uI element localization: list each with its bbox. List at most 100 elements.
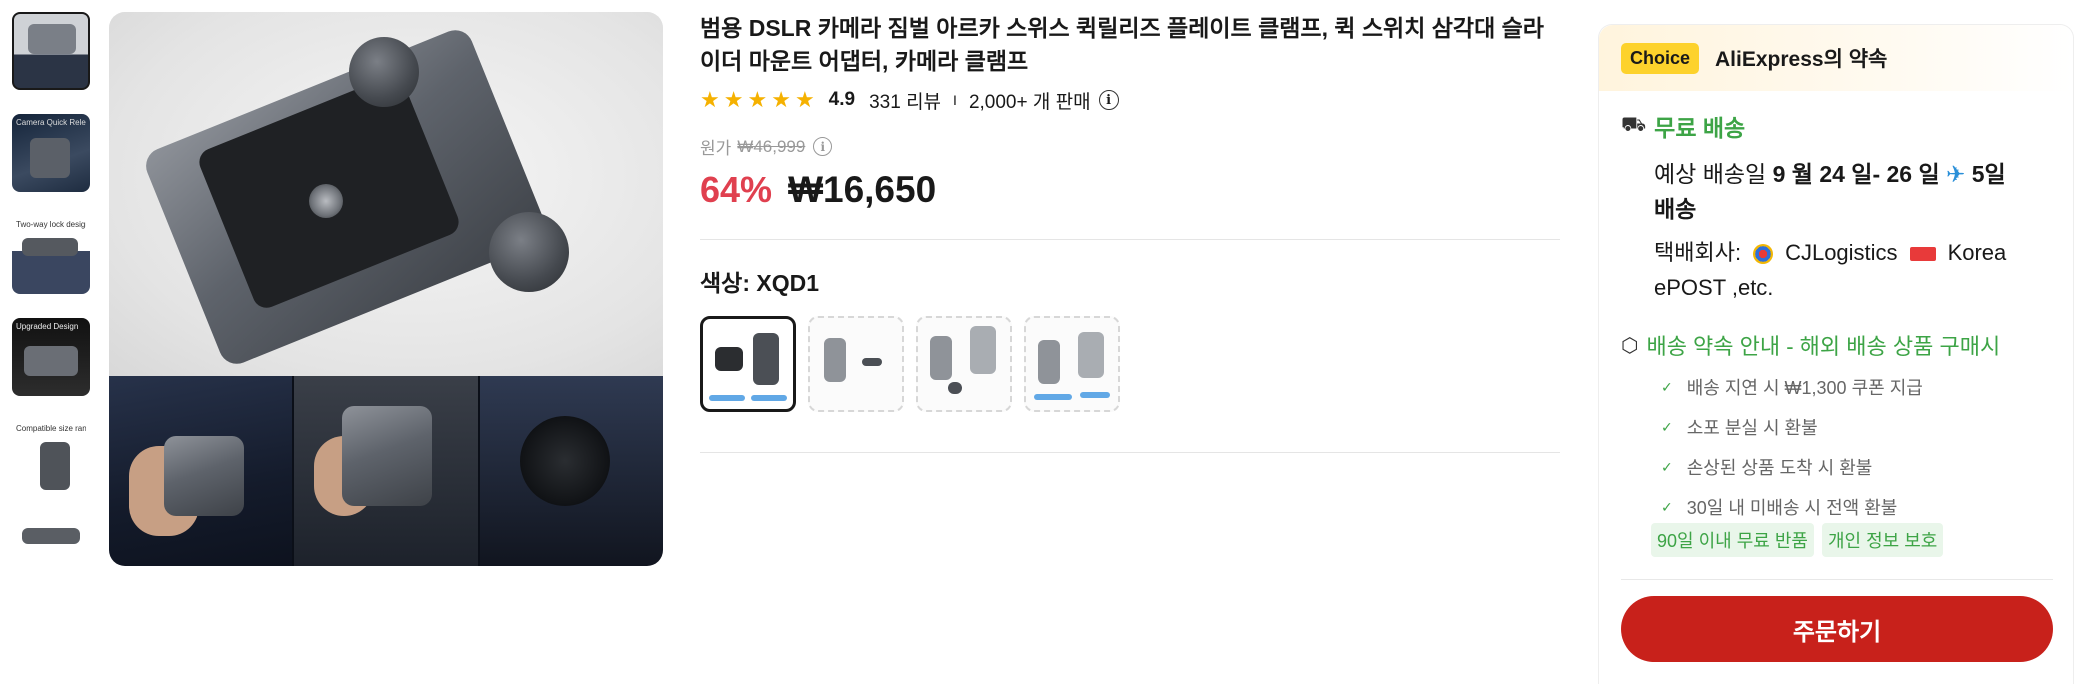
swatch-graphic xyxy=(970,326,996,374)
rating-row: ★ ★ ★ ★ ★ 4.9 331 리뷰 I 2,000+ 개 판매 i xyxy=(700,87,1560,114)
swatch-graphic xyxy=(1080,392,1110,398)
main-image-top xyxy=(109,12,663,376)
usage-photo-1 xyxy=(109,376,295,566)
thumbnail-graphic xyxy=(24,346,78,376)
swatch-3[interactable] xyxy=(916,316,1012,412)
info-icon[interactable]: i xyxy=(813,137,833,156)
plane-icon: ✈ xyxy=(1946,161,1966,187)
guarantee-text: 30일 내 미배송 시 전액 환불 xyxy=(1686,498,1898,518)
thumbnail-graphic xyxy=(22,528,80,544)
truck-icon: ⛟ xyxy=(1621,113,1647,136)
swatch-graphic xyxy=(751,395,787,401)
list-item: ✓ 30일 내 미배송 시 전액 환불 xyxy=(1661,487,2073,527)
clamp-graphic xyxy=(164,436,244,516)
thumbnail-graphic xyxy=(22,238,78,256)
star-icon: ★ xyxy=(747,87,768,112)
usage-photo-2 xyxy=(294,376,480,566)
thumbnail-2[interactable]: Camera Quick Release Plate xyxy=(12,114,90,192)
swatch-xqd1[interactable] xyxy=(700,316,796,412)
rating-score: 4.9 xyxy=(828,89,856,110)
discount-percent: 64% xyxy=(700,169,773,210)
swatch-graphic xyxy=(948,382,962,394)
estimate-dates: 9 월 24 일- 26 일 xyxy=(1772,161,1940,187)
camera-lens-graphic xyxy=(519,416,610,506)
swatch-graphic xyxy=(709,395,745,401)
purchase-panel: Choice AliExpress의 약속 ⛟ 무료 배송 예상 배송일 9 월… xyxy=(1598,24,2074,684)
thumbnail-graphic xyxy=(30,138,70,178)
thumbnail-4[interactable]: Upgraded Design xyxy=(12,318,90,396)
star-icon: ★ xyxy=(794,87,815,112)
guarantee-text: 배송 지연 시 ₩1,300 쿠폰 지급 xyxy=(1686,378,1923,398)
separator: I xyxy=(953,92,957,108)
review-count-link[interactable]: 331 리뷰 xyxy=(869,87,941,114)
star-icon: ★ xyxy=(771,87,791,112)
benefit-tags: 90일 이내 무료 반품 개인 정보 보호 xyxy=(1651,523,2073,557)
thumbnail-6[interactable] xyxy=(12,522,90,562)
check-icon: ✓ xyxy=(1661,498,1673,515)
swatch-graphic xyxy=(862,358,882,366)
swatch-graphic xyxy=(1034,394,1072,400)
swatch-graphic xyxy=(930,336,952,380)
divider xyxy=(700,239,1560,240)
color-swatches xyxy=(700,316,1560,412)
list-item: ✓ 소포 분실 시 환불 xyxy=(1661,407,2073,447)
estimate-prefix: 예상 배송일 xyxy=(1654,161,1767,187)
swatch-graphic xyxy=(824,338,846,382)
list-item: ✓ 손상된 상품 도착 시 환불 xyxy=(1661,447,2073,487)
screw-graphic xyxy=(309,184,343,218)
carrier-name: CJLogistics xyxy=(1785,240,1898,265)
swatch-graphic xyxy=(1038,340,1060,384)
usage-photo-3 xyxy=(479,376,663,566)
main-image-bottom xyxy=(109,376,663,566)
delivery-estimate: 예상 배송일 9 월 24 일- 26 일 ✈ 5일 배송 xyxy=(1654,157,2054,227)
divider xyxy=(1621,579,2053,580)
cjlogistics-logo-icon xyxy=(1753,244,1774,265)
info-icon[interactable]: i xyxy=(1098,90,1119,110)
shield-icon: ⬡ xyxy=(1621,334,1639,357)
free-return-tag: 90일 이내 무료 반품 xyxy=(1651,523,1814,557)
free-shipping-label: 무료 배송 xyxy=(1654,115,1746,141)
estimate-suffix: 배송 xyxy=(1654,196,1697,222)
thumbnail-5[interactable]: Compatible size range xyxy=(12,420,90,498)
guarantee-text: 소포 분실 시 환불 xyxy=(1686,418,1818,438)
knob-graphic xyxy=(489,212,569,292)
product-title: 범용 DSLR 카메라 짐벌 아르카 스위스 퀵릴리즈 플레이트 클램프, 퀵 … xyxy=(700,15,1544,74)
swatch-graphic xyxy=(753,333,779,385)
thumbnail-1[interactable] xyxy=(12,12,90,90)
divider xyxy=(700,452,1560,453)
order-button[interactable]: 주문하기 xyxy=(1621,596,2053,662)
thumbnail-caption: Camera Quick Release Plate xyxy=(16,118,86,127)
thumbnail-graphic xyxy=(28,24,76,54)
product-info: 범용 DSLR 카메라 짐벌 아르카 스위스 퀵릴리즈 플레이트 클램프, 퀵 … xyxy=(700,12,1560,453)
korea-post-logo-icon xyxy=(1909,247,1936,262)
swatch-2[interactable] xyxy=(808,316,904,412)
guarantee-list: ✓ 배송 지연 시 ₩1,300 쿠폰 지급 ✓ 소포 분실 시 환불 ✓ 손상… xyxy=(1661,367,2073,527)
thumbnail-graphic xyxy=(40,442,70,490)
carrier-name: Korea xyxy=(1947,240,2007,265)
choice-badge: Choice xyxy=(1621,42,1700,74)
main-product-image[interactable] xyxy=(109,12,663,566)
color-label: 색상: XQD1 xyxy=(700,270,820,296)
swatch-graphic xyxy=(715,347,743,371)
thumbnail-strip: Camera Quick Release Plate Two-way lock … xyxy=(12,12,90,586)
swatch-graphic xyxy=(1078,332,1104,378)
estimate-days: 5일 xyxy=(1971,161,2006,187)
sold-count: 2,000+ 개 판매 xyxy=(968,91,1091,113)
star-rating[interactable]: ★ ★ ★ ★ ★ xyxy=(700,89,815,111)
privacy-tag: 개인 정보 보호 xyxy=(1821,523,1944,557)
original-price-row: 원가 ₩46,999 i xyxy=(700,134,1560,159)
swatch-4[interactable] xyxy=(1024,316,1120,412)
star-icon: ★ xyxy=(700,87,720,112)
thumbnail-3[interactable]: Two-way lock design xyxy=(12,216,90,294)
star-icon: ★ xyxy=(723,87,744,112)
original-price-label: 원가 xyxy=(700,139,732,158)
thumbnail-caption: Compatible size range xyxy=(16,424,86,433)
clamp-graphic xyxy=(342,406,433,506)
guarantee-row[interactable]: ⬡ 배송 약속 안내 - 해외 배송 상품 구매시 xyxy=(1621,329,2073,361)
carrier-name: ePOST ,etc. xyxy=(1654,275,1774,300)
promise-header: Choice AliExpress의 약속 xyxy=(1599,25,2073,91)
guarantee-text: 손상된 상품 도착 시 환불 xyxy=(1686,458,1873,478)
original-price: ₩46,999 xyxy=(737,136,806,156)
list-item: ✓ 배송 지연 시 ₩1,300 쿠폰 지급 xyxy=(1661,367,2073,407)
guarantee-title: 배송 약속 안내 - 해외 배송 상품 구매시 xyxy=(1646,334,2001,359)
